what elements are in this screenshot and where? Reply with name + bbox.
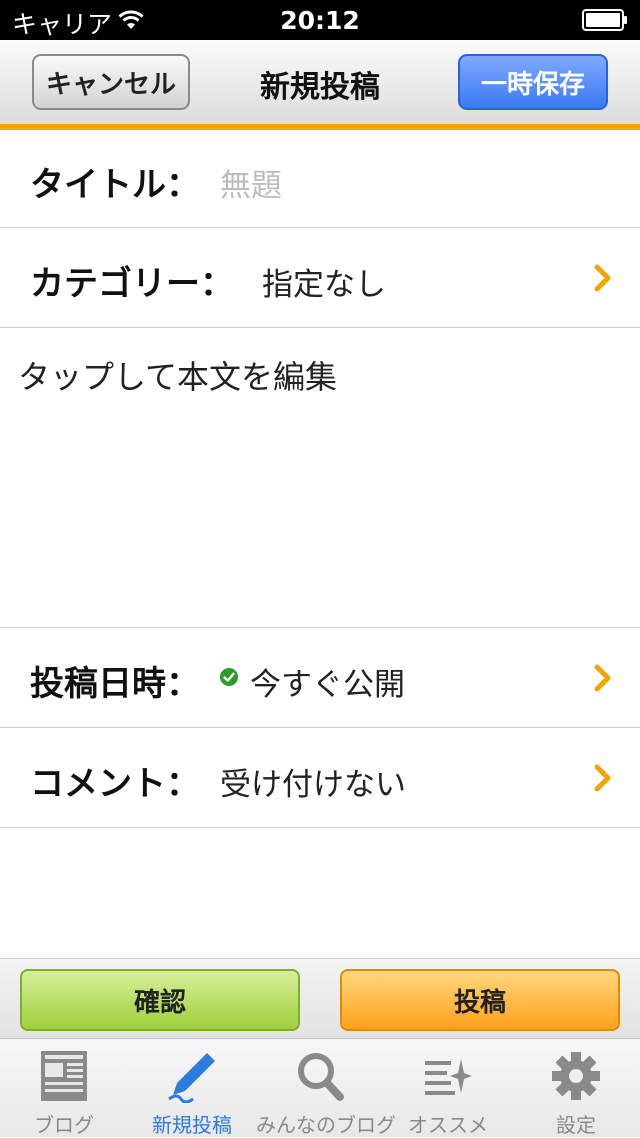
tab-label: 設定 [556, 1113, 596, 1137]
category-row[interactable]: カテゴリー： 指定なし [0, 228, 640, 328]
page-title: 新規投稿 [260, 70, 380, 105]
body-placeholder: タップして本文を編集 [18, 358, 338, 396]
tab-recommended[interactable]: オススメ [384, 1039, 512, 1137]
tab-label: 新規投稿 [152, 1113, 232, 1137]
tab-bar: ブログ 新規投稿 みんなのブログ オススメ 設定 [0, 1038, 640, 1137]
navigation-bar: キャンセル 新規投稿 一時保存 [0, 40, 640, 124]
check-circle-icon [220, 668, 238, 690]
body-editor[interactable]: タップして本文を編集 [0, 328, 640, 628]
comment-value: 受け付けない [220, 767, 406, 803]
tab-label: ブログ [34, 1113, 94, 1137]
chevron-right-icon [594, 664, 612, 696]
tab-everyone-blog[interactable]: みんなのブログ [256, 1039, 396, 1137]
action-bar: 確認 投稿 [0, 958, 640, 1039]
pencil-icon [167, 1049, 217, 1104]
comment-row[interactable]: コメント： 受け付けない [0, 728, 640, 828]
save-draft-button[interactable]: 一時保存 [458, 54, 608, 110]
chevron-right-icon [594, 764, 612, 796]
gear-icon [551, 1049, 601, 1103]
chevron-right-icon [594, 264, 612, 296]
post-date-label: 投稿日時： [30, 664, 200, 704]
tab-blog[interactable]: ブログ [0, 1039, 128, 1137]
post-date-value: 今すぐ公開 [250, 667, 405, 703]
category-value: 指定なし [262, 267, 386, 303]
blog-icon [39, 1049, 89, 1103]
cancel-button[interactable]: キャンセル [32, 54, 190, 110]
comment-label: コメント： [30, 764, 200, 804]
sparkle-list-icon [423, 1049, 473, 1103]
battery-icon [582, 9, 628, 31]
title-input[interactable]: 無題 [220, 160, 282, 205]
tab-new-post[interactable]: 新規投稿 [128, 1039, 256, 1137]
post-date-row[interactable]: 投稿日時： 今すぐ公開 [0, 628, 640, 728]
status-time: 20:12 [280, 6, 360, 35]
title-row[interactable]: タイトル： 無題 [0, 130, 640, 228]
confirm-button[interactable]: 確認 [20, 969, 300, 1031]
tab-settings[interactable]: 設定 [512, 1039, 640, 1137]
category-label: カテゴリー： [30, 264, 234, 304]
search-icon [295, 1049, 345, 1103]
tab-label: みんなのブログ [256, 1113, 396, 1137]
tab-label: オススメ [408, 1113, 488, 1137]
title-label: タイトル： [30, 165, 200, 205]
post-button[interactable]: 投稿 [340, 969, 620, 1031]
status-bar: キャリア 20:12 [0, 0, 640, 40]
